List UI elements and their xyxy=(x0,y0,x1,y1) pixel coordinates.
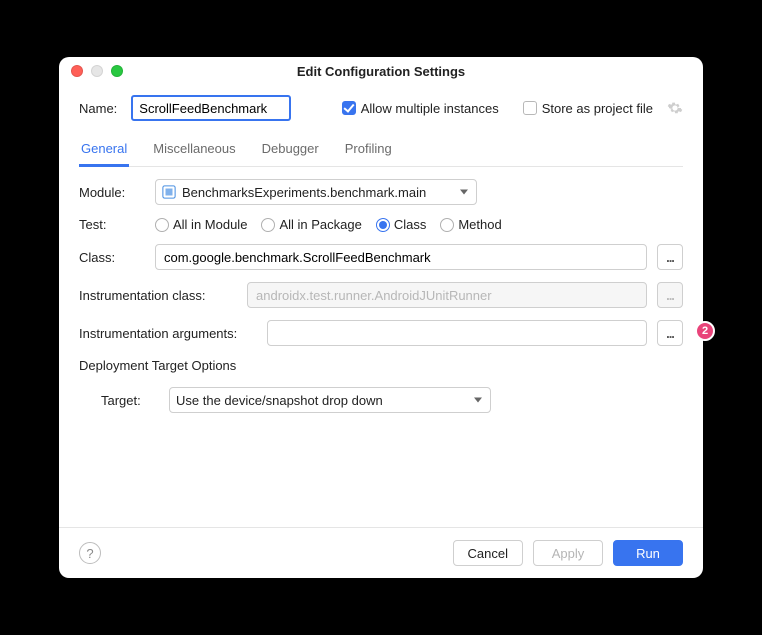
chevron-down-icon xyxy=(460,190,468,195)
class-input[interactable] xyxy=(155,244,647,270)
module-select[interactable]: BenchmarksExperiments.benchmark.main xyxy=(155,179,477,205)
module-value: BenchmarksExperiments.benchmark.main xyxy=(182,185,426,200)
target-value: Use the device/snapshot drop down xyxy=(176,393,383,408)
run-button[interactable]: Run xyxy=(613,540,683,566)
zoom-icon[interactable] xyxy=(111,65,123,77)
window-title: Edit Configuration Settings xyxy=(59,64,703,79)
radio-class[interactable]: Class xyxy=(376,217,427,232)
tab-general[interactable]: General xyxy=(79,135,129,167)
instr-class-label: Instrumentation class: xyxy=(79,288,237,303)
name-input[interactable] xyxy=(131,95,291,121)
instr-class-browse-button: ... xyxy=(657,282,683,308)
store-project-check[interactable] xyxy=(523,101,537,115)
radio-all-package[interactable]: All in Package xyxy=(261,217,361,232)
notification-badge[interactable]: 2 xyxy=(695,321,715,341)
gear-icon[interactable] xyxy=(667,100,683,116)
close-icon[interactable] xyxy=(71,65,83,77)
instr-args-label: Instrumentation arguments: xyxy=(79,326,257,341)
allow-multiple-label: Allow multiple instances xyxy=(361,101,499,116)
allow-multiple-check[interactable] xyxy=(342,101,356,115)
test-label: Test: xyxy=(79,217,145,232)
help-button[interactable]: ? xyxy=(79,542,101,564)
allow-multiple-checkbox[interactable]: Allow multiple instances xyxy=(342,101,499,116)
dialog-window: Edit Configuration Settings Name: Allow … xyxy=(59,57,703,578)
titlebar: Edit Configuration Settings xyxy=(59,57,703,85)
class-label: Class: xyxy=(79,250,145,265)
apply-button: Apply xyxy=(533,540,603,566)
instr-args-browse-button[interactable]: ... xyxy=(657,320,683,346)
window-controls xyxy=(59,65,123,77)
instr-class-input xyxy=(247,282,647,308)
footer: ? Cancel Apply Run xyxy=(59,527,703,578)
cancel-button[interactable]: Cancel xyxy=(453,540,523,566)
tab-miscellaneous[interactable]: Miscellaneous xyxy=(151,135,237,166)
module-icon xyxy=(162,185,176,199)
deploy-section-label: Deployment Target Options xyxy=(79,358,683,373)
class-browse-button[interactable]: ... xyxy=(657,244,683,270)
radio-all-module[interactable]: All in Module xyxy=(155,217,247,232)
radio-method[interactable]: Method xyxy=(440,217,501,232)
chevron-down-icon xyxy=(474,398,482,403)
store-project-label: Store as project file xyxy=(542,101,653,116)
target-select[interactable]: Use the device/snapshot drop down xyxy=(169,387,491,413)
tab-bar: General Miscellaneous Debugger Profiling xyxy=(79,135,683,167)
module-label: Module: xyxy=(79,185,145,200)
tab-debugger[interactable]: Debugger xyxy=(260,135,321,166)
instr-args-input[interactable] xyxy=(267,320,647,346)
target-label: Target: xyxy=(101,393,159,408)
minimize-icon xyxy=(91,65,103,77)
tab-profiling[interactable]: Profiling xyxy=(343,135,394,166)
store-project-checkbox[interactable]: Store as project file xyxy=(523,101,653,116)
name-label: Name: xyxy=(79,101,117,116)
